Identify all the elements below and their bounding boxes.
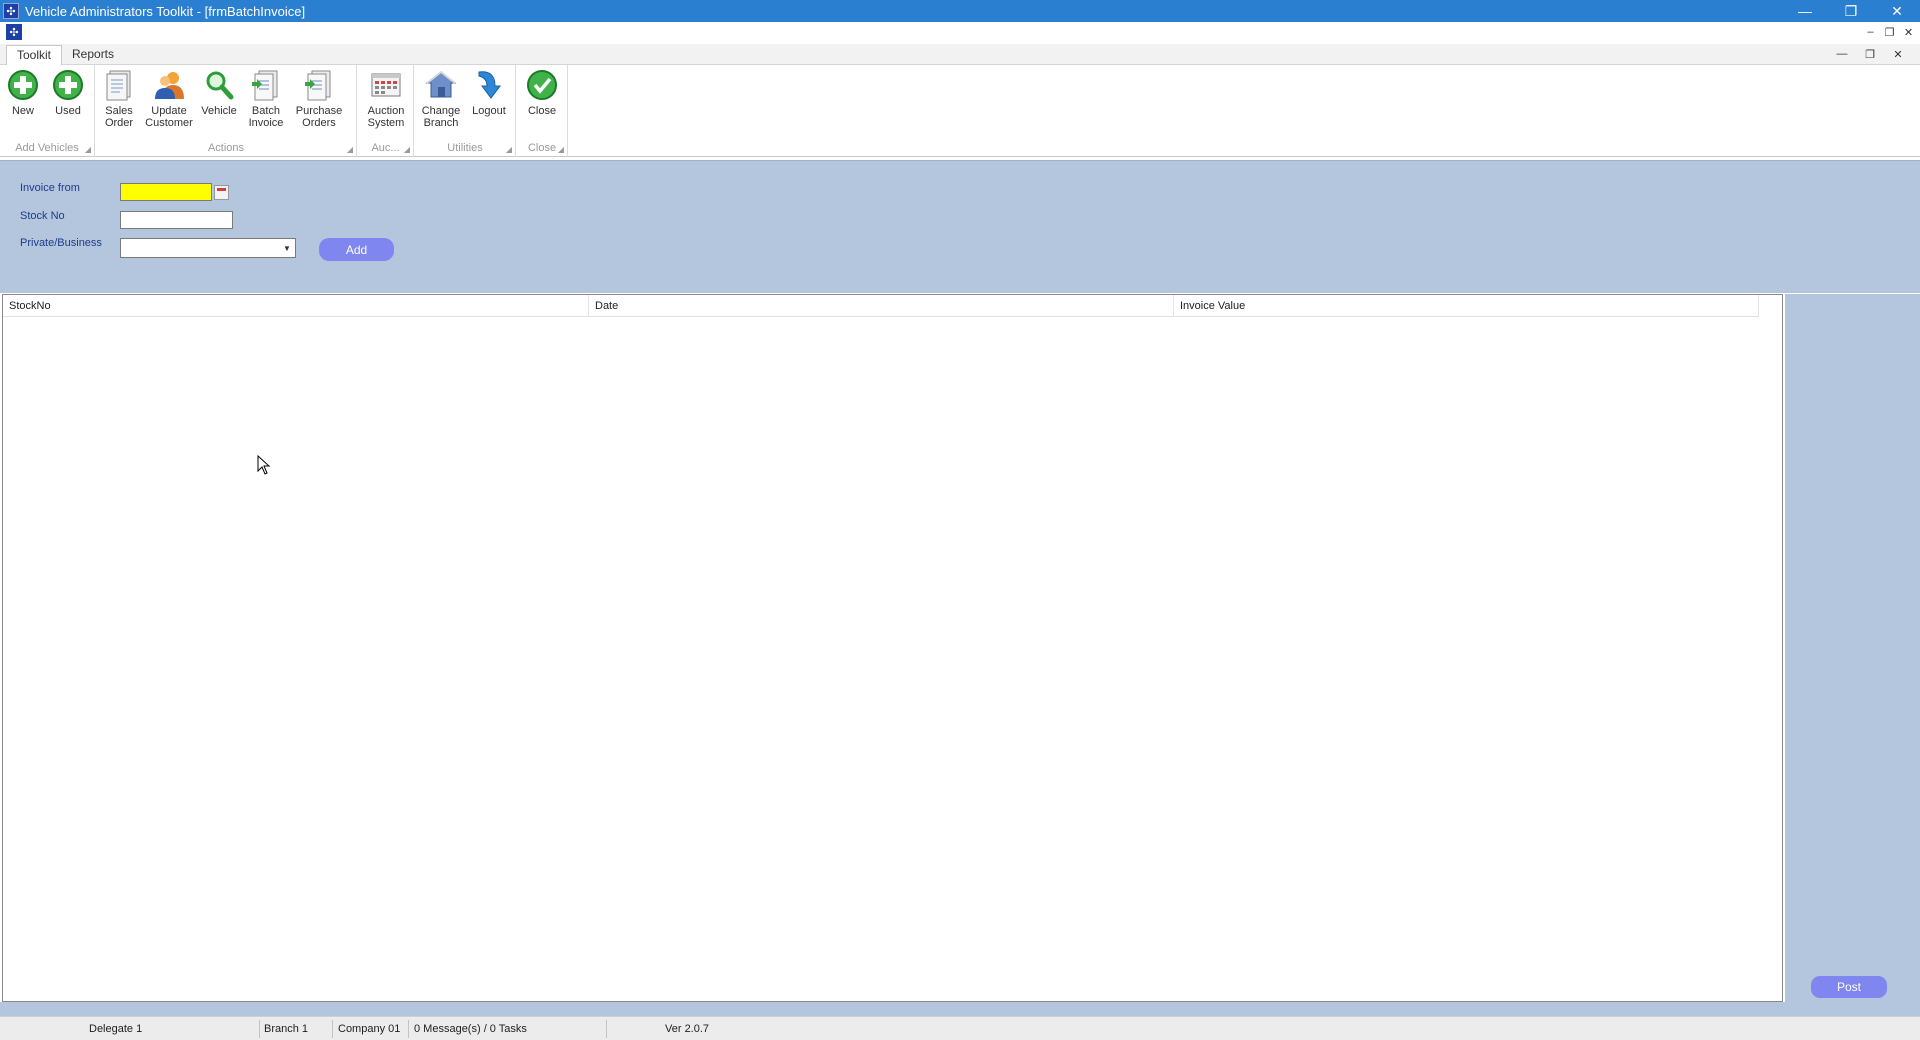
close-toolkit-button[interactable]: Close: [522, 68, 562, 117]
auction-icon: [369, 68, 403, 102]
used-button[interactable]: Used: [49, 68, 87, 117]
group-close: Close Close ◢: [517, 65, 568, 157]
mdi-app-icon[interactable]: ✣: [6, 24, 22, 40]
add-used-icon: [51, 68, 85, 102]
title-bar: ✣ Vehicle Administrators Toolkit - [frmB…: [0, 0, 1920, 22]
house-icon: [424, 68, 458, 102]
group-label-utilities: Utilities: [447, 142, 483, 154]
invoice-grid[interactable]: StockNo Date Invoice Value: [2, 294, 1783, 1002]
close-window-button[interactable]: ✕: [1874, 0, 1920, 22]
status-branch: Branch 1: [264, 1023, 309, 1035]
customer-icon: [152, 68, 186, 102]
group-expand-icon[interactable]: ◢: [558, 145, 564, 154]
group-expand-icon[interactable]: ◢: [347, 145, 353, 154]
status-separator: [259, 1020, 260, 1038]
add-button[interactable]: Add: [319, 238, 394, 261]
bottom-strip: [0, 1002, 1920, 1016]
mdi-restore-button[interactable]: ❐: [1880, 24, 1899, 40]
stock-no-label: Stock No: [20, 210, 65, 222]
column-header-stockno[interactable]: StockNo: [3, 295, 589, 317]
status-separator: [606, 1020, 607, 1038]
private-business-label: Private/Business: [20, 237, 102, 249]
status-separator: [332, 1020, 333, 1038]
invoice-from-label: Invoice from: [20, 182, 80, 194]
group-label-actions: Actions: [207, 142, 245, 154]
minimize-button[interactable]: —: [1782, 0, 1828, 22]
private-business-select[interactable]: ▼: [120, 238, 296, 258]
right-panel: [1785, 294, 1920, 1014]
stock-no-input[interactable]: [120, 211, 233, 229]
sales-order-icon: [102, 68, 136, 102]
chevron-down-icon[interactable]: ▼: [280, 240, 294, 256]
group-actions: Sales Order Update Customer Vehicle Batc…: [96, 65, 357, 157]
sales-order-button[interactable]: Sales Order: [100, 68, 138, 129]
update-customer-button[interactable]: Update Customer: [144, 68, 194, 129]
group-label-add-vehicles: Add Vehicles: [15, 142, 79, 154]
form-minimize-button[interactable]: —: [1828, 47, 1856, 61]
invoice-from-date-input[interactable]: [120, 183, 212, 201]
group-utilities: Change Branch Logout Utilities ◢: [415, 65, 516, 157]
app-icon[interactable]: ✣: [3, 3, 19, 19]
status-company: Company 01: [338, 1023, 401, 1035]
mdi-close-button[interactable]: ✕: [1899, 24, 1918, 40]
status-version: Ver 2.0.7: [665, 1023, 710, 1035]
post-button[interactable]: Post: [1811, 976, 1887, 998]
ribbon: New Used Add Vehicles ◢ Sales Order Upda…: [0, 65, 1920, 157]
group-expand-icon[interactable]: ◢: [85, 145, 91, 154]
new-button[interactable]: New: [4, 68, 42, 117]
grid-header: StockNo Date Invoice Value: [3, 295, 1759, 317]
form-restore-button[interactable]: ❐: [1856, 47, 1884, 61]
calendar-icon[interactable]: [214, 185, 229, 200]
batch-invoice-icon: [249, 68, 283, 102]
group-add-vehicles: New Used Add Vehicles ◢: [0, 65, 95, 157]
add-new-icon: [6, 68, 40, 102]
group-auction: Auction System Auc... ◢: [358, 65, 414, 157]
column-header-date[interactable]: Date: [589, 295, 1174, 317]
status-bar: Delegate 1 Branch 1 Company 01 0 Message…: [0, 1016, 1920, 1040]
column-header-invoice-value[interactable]: Invoice Value: [1174, 295, 1759, 317]
group-expand-icon[interactable]: ◢: [404, 145, 410, 154]
status-delegate: Delegate 1: [89, 1023, 143, 1035]
logout-button[interactable]: Logout: [467, 68, 511, 117]
tab-toolkit[interactable]: Toolkit: [6, 45, 63, 65]
batch-invoice-button[interactable]: Batch Invoice: [246, 68, 286, 129]
ribbon-tab-bar: Toolkit Reports — ❐ ✕: [0, 44, 1920, 65]
restore-button[interactable]: ❐: [1828, 0, 1874, 22]
tab-reports[interactable]: Reports: [62, 45, 124, 65]
search-icon: [202, 68, 236, 102]
purchase-orders-button[interactable]: Purchase Orders: [294, 68, 344, 129]
form-close-button[interactable]: ✕: [1884, 47, 1912, 61]
mouse-cursor-icon: [257, 454, 271, 478]
mdi-minimize-button[interactable]: –: [1861, 24, 1880, 40]
checkmark-icon: [525, 68, 559, 102]
vehicle-search-button[interactable]: Vehicle: [200, 68, 238, 117]
filter-panel: Invoice from Stock No Private/Business ▼…: [0, 160, 1920, 293]
group-expand-icon[interactable]: ◢: [506, 145, 512, 154]
window-title: Vehicle Administrators Toolkit - [frmBat…: [25, 3, 306, 19]
auction-system-button[interactable]: Auction System: [364, 68, 408, 129]
logout-arrow-icon: [472, 68, 506, 102]
purchase-orders-icon: [302, 68, 336, 102]
status-messages[interactable]: 0 Message(s) / 0 Tasks: [414, 1017, 527, 1040]
mdi-bar: ✣ – ❐ ✕: [0, 22, 1920, 42]
change-branch-button[interactable]: Change Branch: [419, 68, 463, 129]
status-separator: [408, 1020, 409, 1038]
